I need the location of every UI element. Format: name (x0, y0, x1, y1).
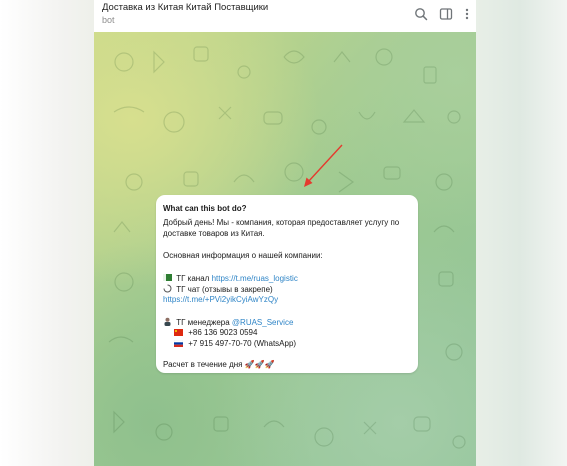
chat-label: ТГ чат (отзывы в закрепе) (176, 285, 273, 294)
rocket-icons: 🚀🚀🚀 (244, 360, 275, 369)
channel-link[interactable]: https://t.me/ruas_logistic (212, 274, 298, 283)
person-icon (164, 317, 171, 326)
calc-text: Расчет в течение дня (163, 360, 243, 369)
phone-ru: +7 915 497-70-70 (WhatsApp) (188, 339, 297, 348)
manager-label: ТГ менеджера (176, 318, 230, 327)
channel-label: ТГ канал (176, 274, 210, 283)
calc-row: Расчет в течение дня 🚀🚀🚀 (163, 360, 275, 370)
intro-line-1: Добрый день! Мы - компания, которая пред… (163, 218, 400, 227)
loading-icon (163, 284, 172, 293)
bot-card-heading: What can this bot do? (163, 204, 247, 213)
chat-title[interactable]: Доставка из Китая Китай Поставщики (102, 2, 268, 13)
manager-handle-link[interactable]: @RUAS_Service (232, 318, 293, 327)
russia-flag-icon (174, 340, 183, 347)
sidebar-toggle-icon[interactable] (439, 7, 453, 21)
intro-line-2: доставке товаров из Китая. (163, 229, 265, 238)
phone-cn-row: +86 136 9023 0594 (174, 328, 257, 338)
chat-header: Доставка из Китая Китай Поставщики bot (94, 0, 476, 32)
chat-subtitle: bot (102, 15, 115, 25)
bot-description-card: What can this bot do? Добрый день! Мы - … (156, 195, 418, 373)
phone-cn: +86 136 9023 0594 (188, 328, 258, 337)
search-icon[interactable] (414, 7, 428, 21)
more-vertical-icon[interactable] (460, 7, 474, 21)
main-info-line: Основная информация о нашей компании: (163, 251, 323, 260)
chat-link[interactable]: https://t.me/+PVi2yikCyiAwYzQy (163, 295, 278, 305)
chat-background: What can this bot do? Добрый день! Мы - … (94, 32, 476, 466)
chat-row: ТГ чат (отзывы в закрепе) (163, 284, 273, 295)
china-flag-icon (174, 329, 183, 336)
channel-row: ТГ канал https://t.me/ruas_logistic (163, 273, 298, 284)
flag-icon (163, 274, 172, 281)
manager-row: ТГ менеджера @RUAS_Service (163, 317, 293, 328)
telegram-window: Доставка из Китая Китай Поставщики bot W… (94, 0, 476, 466)
phone-ru-row: +7 915 497-70-70 (WhatsApp) (174, 339, 296, 349)
